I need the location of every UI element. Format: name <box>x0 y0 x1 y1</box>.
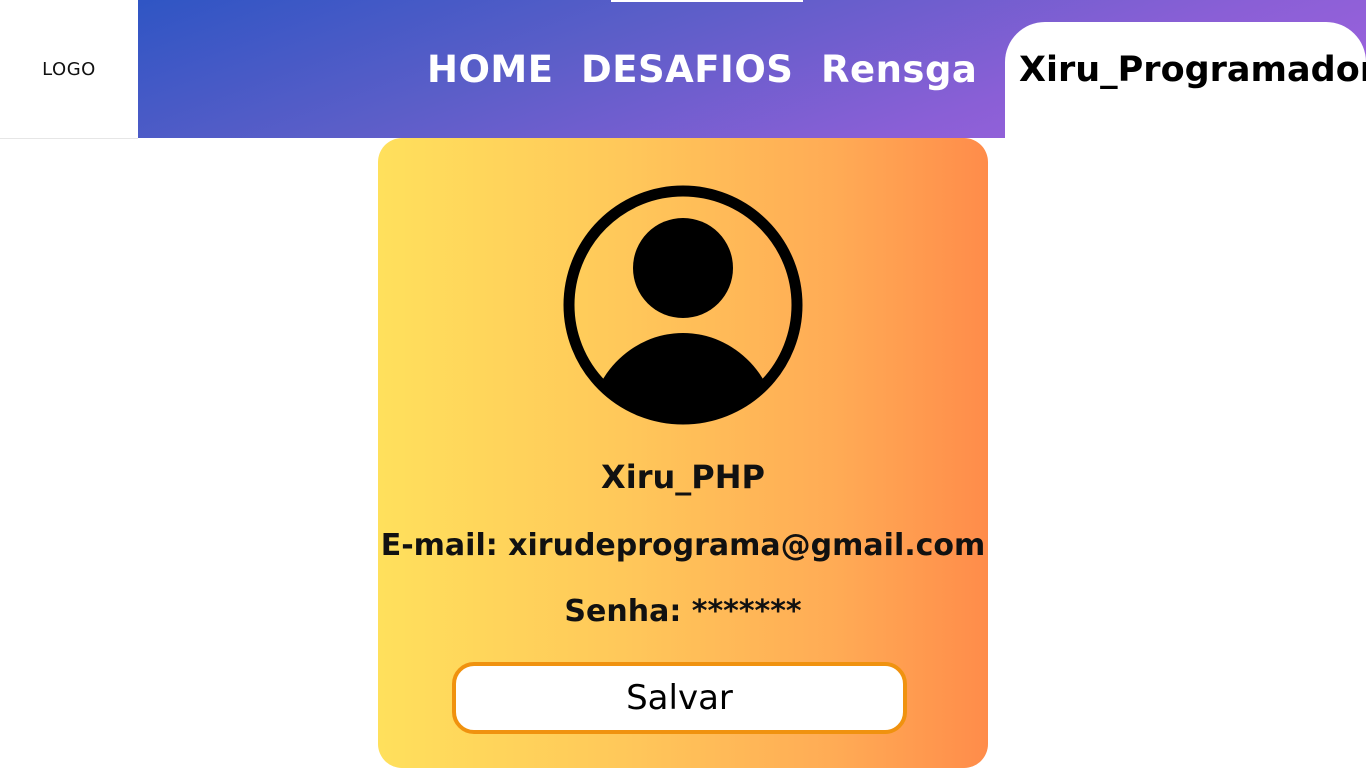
nav-rensga[interactable]: Rensga <box>821 48 977 91</box>
user-tab[interactable]: Xiru_Programador <box>1005 22 1366 138</box>
logo-label: LOGO <box>42 58 96 80</box>
user-circle-icon <box>563 185 803 425</box>
nav-desafios[interactable]: DESAFIOS <box>581 48 793 91</box>
nav-home[interactable]: HOME <box>427 48 554 91</box>
profile-email: E-mail: xirudeprograma@gmail.com <box>380 528 986 563</box>
profile-username: Xiru_PHP <box>601 458 765 496</box>
profile-card: Xiru_PHP E-mail: xirudeprograma@gmail.co… <box>378 138 988 768</box>
header-accent-line <box>611 0 803 2</box>
profile-password: Senha: ******* <box>564 594 802 629</box>
logo[interactable]: LOGO <box>0 0 138 139</box>
user-tab-label[interactable]: Xiru_Programador <box>1019 50 1366 90</box>
save-button[interactable]: Salvar <box>452 662 907 734</box>
